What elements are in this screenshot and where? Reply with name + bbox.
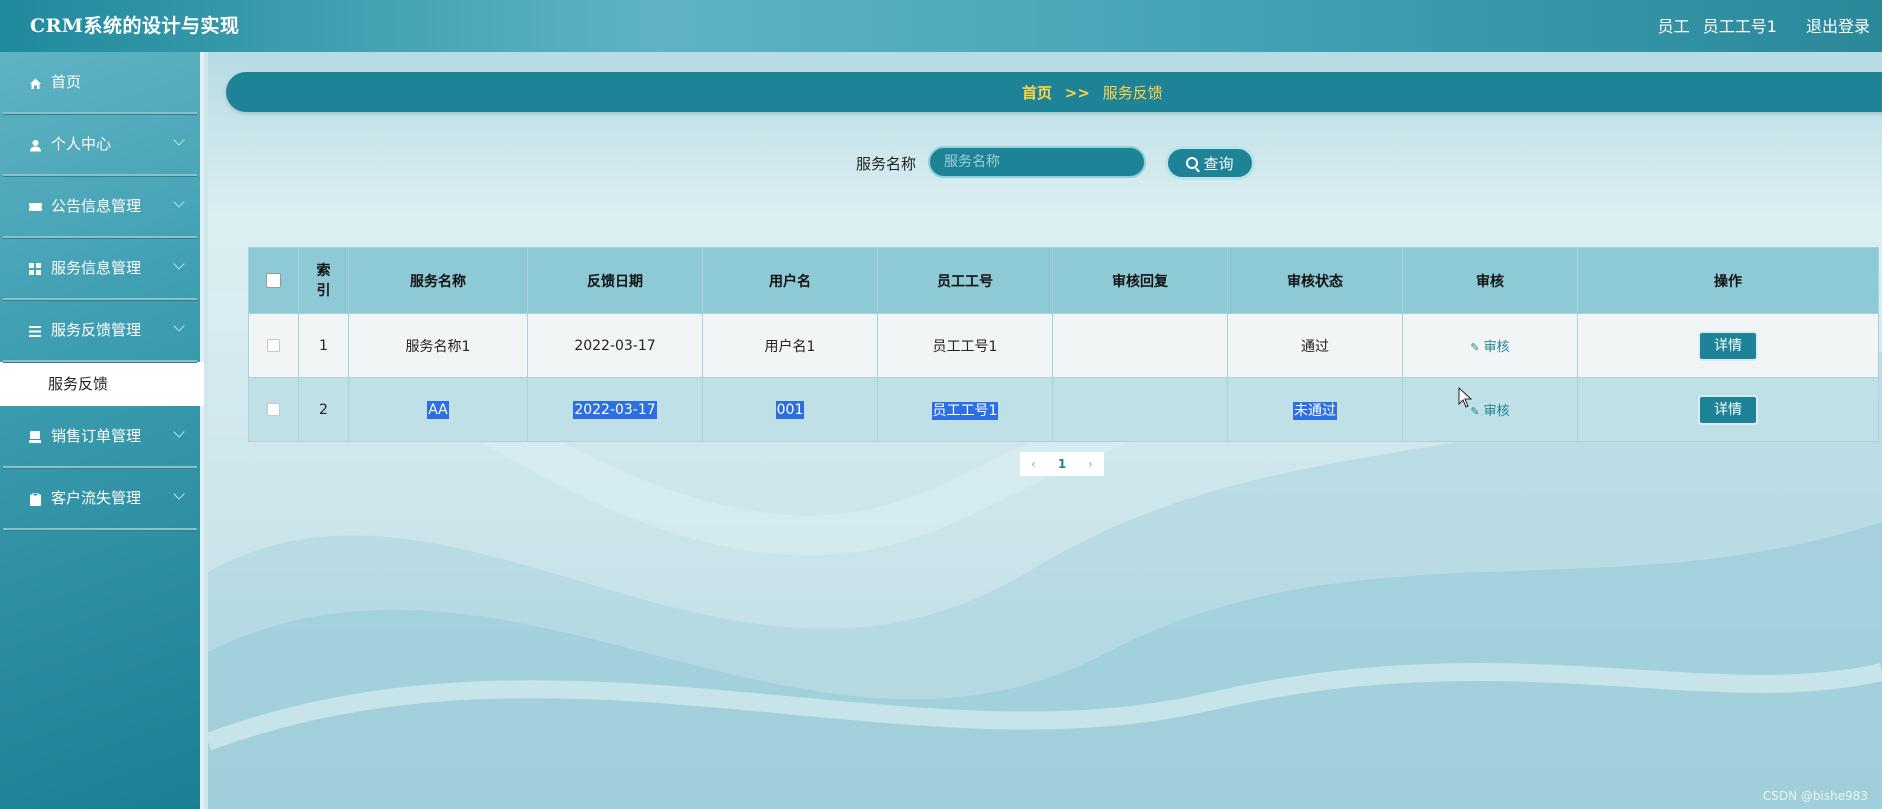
list-icon	[27, 323, 43, 339]
table-header-row: 索引 服务名称 反馈日期 用户名 员工工号 审核回复 审核状态 审核 操作	[248, 247, 1879, 314]
cell-action: 详情	[1577, 313, 1879, 378]
sidebar-item-label: 个人中心	[51, 135, 112, 153]
cell-index: 1	[298, 313, 349, 378]
user-role: 员工	[1657, 17, 1690, 36]
column-header: 审核状态	[1227, 247, 1403, 314]
cell-reply	[1052, 313, 1228, 378]
main-content: 首页 >> 服务反馈 服务名称 查询 索引 服务名称 反馈日期 用户名	[208, 52, 1882, 809]
pagination: ‹ 1 ›	[1020, 452, 1104, 476]
search-button-label: 查询	[1203, 154, 1234, 173]
breadcrumb-home[interactable]: 首页	[1022, 84, 1052, 102]
cell-date: 2022-03-17	[527, 313, 703, 378]
cell-audit: ✎ 审核	[1402, 313, 1578, 378]
chevron-down-icon	[173, 426, 185, 438]
user-icon	[27, 137, 43, 153]
table-row: 2 AA 2022-03-17 001 员工工号1 未通过 ✎ 审核 详情	[248, 377, 1879, 442]
cell-action: 详情	[1577, 377, 1879, 442]
user-area: 员工 员工工号1 退出登录	[1658, 13, 1882, 37]
sidebar-item-label: 公告信息管理	[51, 197, 142, 215]
prev-page-icon[interactable]: ‹	[1031, 457, 1036, 471]
cell-status: 通过	[1227, 313, 1403, 378]
sidebar-item-label: 服务信息管理	[51, 259, 142, 277]
sidebar-item-personal[interactable]: 个人中心	[3, 114, 197, 176]
breadcrumb-separator: >>	[1064, 84, 1090, 102]
sidebar-item-notice[interactable]: 公告信息管理	[3, 176, 197, 238]
column-header: 用户名	[702, 247, 878, 314]
detail-button[interactable]: 详情	[1698, 394, 1758, 425]
select-all-checkbox[interactable]	[266, 273, 281, 288]
page-number[interactable]: 1	[1058, 457, 1066, 471]
chevron-down-icon	[173, 196, 185, 208]
sidebar-subitem-feedback[interactable]: 服务反馈	[0, 362, 204, 406]
chevron-down-icon	[173, 488, 185, 500]
column-header: 索引	[298, 247, 349, 314]
column-header: 员工工号	[877, 247, 1053, 314]
column-header: 服务名称	[348, 247, 528, 314]
audit-link[interactable]: ✎ 审核	[1470, 340, 1509, 355]
app-title: CRM系统的设计与实现	[30, 15, 240, 37]
feedback-table: 索引 服务名称 反馈日期 用户名 员工工号 审核回复 审核状态 审核 操作 1 …	[248, 247, 1879, 442]
column-header: 操作	[1577, 247, 1879, 314]
sidebar-item-label: 客户流失管理	[51, 489, 142, 507]
ticket-icon	[27, 199, 43, 215]
home-icon	[27, 75, 43, 91]
watermark: CSDN @bishe983	[1762, 789, 1868, 803]
cell-service-name: 服务名称1	[348, 313, 528, 378]
sidebar-item-label: 销售订单管理	[51, 427, 142, 445]
edit-icon: ✎	[1470, 341, 1480, 354]
sidebar-item-churn[interactable]: 客户流失管理	[3, 468, 197, 530]
cell-date: 2022-03-17	[527, 377, 703, 442]
search-input[interactable]	[928, 146, 1146, 178]
row-checkbox[interactable]	[267, 403, 280, 416]
sidebar-item-sales-order[interactable]: 销售订单管理	[3, 406, 197, 468]
clipboard-icon	[27, 491, 43, 507]
row-checkbox[interactable]	[267, 339, 280, 352]
chevron-down-icon	[173, 320, 185, 332]
sidebar-item-service-feedback[interactable]: 服务反馈管理	[3, 300, 197, 362]
cell-reply	[1052, 377, 1228, 442]
cell-status: 未通过	[1227, 377, 1403, 442]
cell-index: 2	[298, 377, 349, 442]
cell-user: 用户名1	[702, 313, 878, 378]
chevron-down-icon	[173, 134, 185, 146]
search-button[interactable]: 查询	[1165, 146, 1255, 180]
cell-emp-no: 员工工号1	[877, 377, 1053, 442]
column-header: 审核回复	[1052, 247, 1228, 314]
logout-link[interactable]: 退出登录	[1806, 13, 1870, 37]
detail-button[interactable]: 详情	[1698, 330, 1758, 361]
cell-user: 001	[702, 377, 878, 442]
column-header: 审核	[1402, 247, 1578, 314]
user-name: 员工工号1	[1702, 17, 1777, 36]
audit-link[interactable]: ✎ 审核	[1470, 404, 1509, 419]
mouse-cursor-icon	[1458, 387, 1473, 408]
select-all-cell	[248, 247, 299, 314]
grid-icon	[27, 261, 43, 277]
table-row: 1 服务名称1 2022-03-17 用户名1 员工工号1 通过 ✎ 审核 详情	[248, 313, 1879, 378]
top-header: CRM系统的设计与实现 员工 员工工号1 退出登录	[0, 0, 1882, 52]
sidebar-item-home[interactable]: 首页	[3, 52, 197, 114]
printer-icon	[27, 429, 43, 445]
cell-audit: ✎ 审核	[1402, 377, 1578, 442]
sidebar-item-label: 服务反馈管理	[51, 321, 142, 339]
column-header: 反馈日期	[527, 247, 703, 314]
breadcrumb-current: 服务反馈	[1102, 84, 1163, 102]
sidebar: 首页 个人中心 公告信息管理 服务信息管理 服务反馈管理 服务反馈 销售订单管理	[0, 52, 204, 809]
sidebar-item-service-info[interactable]: 服务信息管理	[3, 238, 197, 300]
cell-service-name: AA	[348, 377, 528, 442]
breadcrumb: 首页 >> 服务反馈	[226, 72, 1882, 112]
sidebar-item-label: 首页	[51, 73, 82, 91]
chevron-down-icon	[173, 258, 185, 270]
next-page-icon[interactable]: ›	[1088, 457, 1093, 471]
search-label: 服务名称	[856, 155, 917, 173]
search-icon	[1186, 157, 1199, 169]
cell-emp-no: 员工工号1	[877, 313, 1053, 378]
